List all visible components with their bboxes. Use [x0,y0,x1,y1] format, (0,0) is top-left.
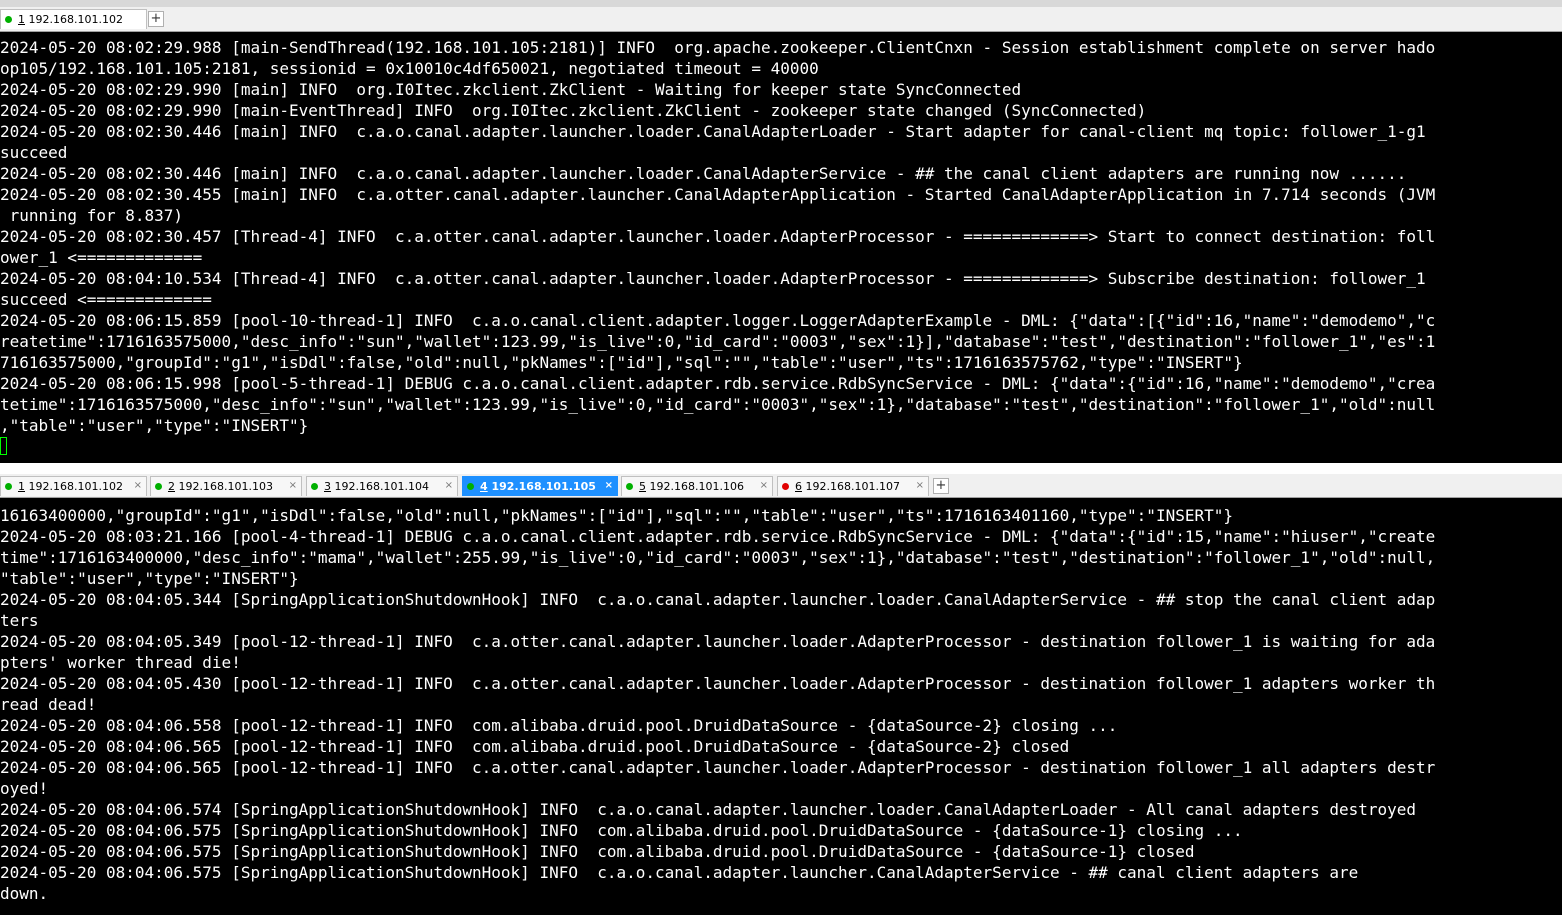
log-line: reatetime":1716163575000,"desc_info":"su… [0,332,1436,351]
close-icon[interactable]: × [134,480,142,491]
status-dot-icon [782,483,789,490]
log-line: oyed! [0,779,49,798]
add-tab-button[interactable]: + [148,11,164,27]
add-tab-button[interactable]: + [933,478,949,494]
cursor-line [0,436,1562,457]
log-line: down. [0,884,49,903]
tab-host: 192.168.101.102 [28,13,123,26]
top-tab-1[interactable]: 1 192.168.101.102 [0,9,147,29]
close-icon[interactable]: × [289,480,297,491]
close-icon[interactable]: × [445,480,453,491]
status-dot-icon [5,483,12,490]
log-line: 716163575000,"groupId":"g1","isDdl":fals… [0,353,1243,372]
log-line: 2024-05-20 08:04:10.534 [Thread-4] INFO … [0,269,1426,288]
tab-host: 192.168.101.105 [491,480,596,493]
log-line: 2024-05-20 08:04:06.575 [SpringApplicati… [0,821,1243,840]
log-line: 2024-05-20 08:04:06.575 [SpringApplicati… [0,842,1195,861]
log-line: 2024-05-20 08:02:30.446 [main] INFO c.a.… [0,164,1407,183]
status-dot-icon [155,483,162,490]
status-dot-icon [311,483,318,490]
tab-host: 192.168.101.107 [805,480,900,493]
pane-divider[interactable] [0,463,1562,474]
log-line: 2024-05-20 08:04:06.558 [pool-12-thread-… [0,716,1118,735]
tab-number: 1 [18,480,25,493]
tab-session-2[interactable]: 2 192.168.101.103 × [150,476,302,496]
terminal-pane-bottom[interactable]: 16163400000,"groupId":"g1","isDdl":false… [0,505,1562,915]
log-line: 2024-05-20 08:04:05.344 [SpringApplicati… [0,590,1436,609]
log-line: 2024-05-20 08:04:06.574 [SpringApplicati… [0,800,1417,819]
log-line: pters' worker thread die! [0,653,241,672]
log-line: 2024-05-20 08:02:29.990 [main-EventThrea… [0,101,1147,120]
terminal-pane-top[interactable]: 2024-05-20 08:02:29.988 [main-SendThread… [0,37,1562,463]
log-line: 2024-05-20 08:02:30.446 [main] INFO c.a.… [0,122,1426,141]
log-line: read dead! [0,695,97,714]
log-line: 2024-05-20 08:04:05.349 [pool-12-thread-… [0,632,1436,651]
tab-number: 3 [324,480,331,493]
log-line: 2024-05-20 08:04:06.565 [pool-12-thread-… [0,737,1070,756]
log-line: ower_1 <============= [0,248,203,267]
log-line: 2024-05-20 08:03:21.166 [pool-4-thread-1… [0,527,1436,546]
tab-number: 6 [795,480,802,493]
tab-host: 192.168.101.104 [334,480,429,493]
log-line: "table":"user","type":"INSERT"} [0,569,299,588]
log-line: 2024-05-20 08:02:29.990 [main] INFO org.… [0,80,1022,99]
log-line: time":1716163400000,"desc_info":"mama","… [0,548,1436,567]
window-top-strip [0,0,1562,7]
log-line: 2024-05-20 08:04:06.575 [SpringApplicati… [0,863,1359,882]
log-line: 2024-05-20 08:04:06.565 [pool-12-thread-… [0,758,1436,777]
status-dot-icon [467,483,474,490]
tab-session-3[interactable]: 3 192.168.101.104 × [306,476,458,496]
log-line: tetime":1716163575000,"desc_info":"sun",… [0,395,1436,414]
log-line: 2024-05-20 08:02:30.455 [main] INFO c.a.… [0,185,1436,204]
close-icon[interactable]: × [760,480,768,491]
close-icon[interactable]: × [605,480,613,491]
log-line: 2024-05-20 08:06:15.998 [pool-5-thread-1… [0,374,1436,393]
log-line: 16163400000,"groupId":"g1","isDdl":false… [0,506,1233,525]
log-line: op105/192.168.101.105:2181, sessionid = … [0,59,819,78]
log-line: succeed [0,143,68,162]
tab-session-1[interactable]: 1 192.168.101.102 × [0,476,147,496]
tab-session-6[interactable]: 6 192.168.101.107 × [777,476,929,496]
log-line: 2024-05-20 08:04:05.430 [pool-12-thread-… [0,674,1436,693]
tab-number: 2 [168,480,175,493]
tab-number: 4 [480,480,488,493]
tab-host: 192.168.101.106 [649,480,744,493]
log-line: 2024-05-20 08:06:15.859 [pool-10-thread-… [0,311,1436,330]
tab-number: 1 [18,13,25,26]
close-icon[interactable]: × [916,480,924,491]
log-line: ters [0,611,39,630]
log-line: ,"table":"user","type":"INSERT"} [0,416,309,435]
tab-session-5[interactable]: 5 192.168.101.106 × [621,476,773,496]
tab-host: 192.168.101.102 [28,480,123,493]
log-line: 2024-05-20 08:02:29.988 [main-SendThread… [0,38,1436,57]
cursor-line [0,904,1562,915]
status-dot-icon [626,483,633,490]
top-tab-bar: 1 192.168.101.102 + [0,7,1562,32]
bottom-tab-bar: 1 192.168.101.102 × 2 192.168.101.103 × … [0,474,1562,498]
log-line: succeed <============= [0,290,212,309]
terminal-cursor [0,437,7,455]
status-dot-icon [5,16,12,23]
tab-session-4-active[interactable]: 4 192.168.101.105 × [462,476,618,496]
tab-number: 5 [639,480,646,493]
log-line: running for 8.837) [0,206,184,225]
log-line: 2024-05-20 08:02:30.457 [Thread-4] INFO … [0,227,1436,246]
tab-host: 192.168.101.103 [178,480,273,493]
